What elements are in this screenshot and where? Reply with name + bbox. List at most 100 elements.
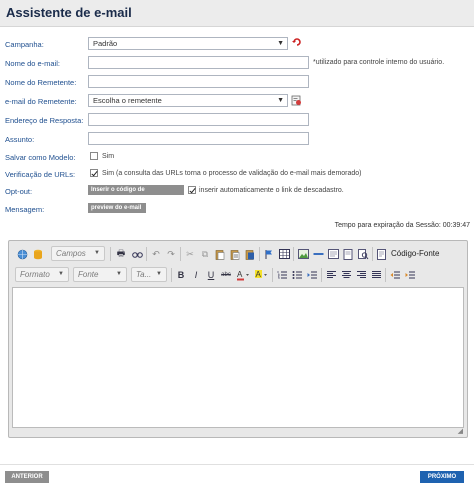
fonte-dropdown[interactable]: Fonte ▼ — [73, 267, 127, 282]
toolbar-divider — [146, 247, 147, 261]
svg-text:A: A — [237, 270, 243, 279]
sender-book-icon[interactable] — [291, 95, 302, 106]
endereco-resposta-input[interactable] — [88, 113, 309, 126]
image-icon[interactable] — [296, 247, 310, 261]
toolbar-divider — [110, 247, 111, 261]
tamanho-dropdown[interactable]: Ta... ▼ — [131, 267, 167, 282]
salvar-modelo-label: Salvar como Modelo: — [5, 153, 76, 162]
nome-email-note: *utilizado para controle interno do usuá… — [313, 59, 445, 66]
globe-icon[interactable] — [15, 247, 29, 261]
chevron-down-icon: ▼ — [94, 250, 100, 256]
insert-unsubscribe-button[interactable]: Inserir o código de descadastro — [88, 185, 184, 203]
mensagem-label: Mensagem: — [5, 205, 45, 214]
salvar-modelo-checkbox[interactable] — [90, 152, 98, 160]
chevron-down-icon: ▼ — [156, 271, 162, 277]
align-justify-icon[interactable] — [369, 268, 383, 282]
footer-divider — [0, 464, 474, 465]
paste-word-icon[interactable] — [243, 247, 257, 261]
verificacao-urls-label: Verificação de URLs: — [5, 170, 76, 179]
email-remetente-label: e-mail do Remetente: — [5, 97, 77, 106]
source-code-button[interactable]: Código-Fonte — [391, 246, 439, 261]
highlight-color-icon[interactable]: A — [253, 268, 269, 282]
bullet-list-icon[interactable] — [290, 268, 304, 282]
strikethrough-icon[interactable]: abc — [219, 268, 233, 282]
chevron-down-icon: ▼ — [116, 271, 122, 277]
toolbar-divider — [372, 247, 373, 261]
rich-text-editor: Campos ▼ 🖶 ↶ ↷ ✂ ⧉ Código-Fonte Formato … — [8, 240, 468, 438]
optout-option: inserir automaticamente o link de descad… — [199, 187, 344, 194]
preview-email-button[interactable]: preview do e-mail — [88, 203, 146, 213]
chevron-down-icon: ▼ — [277, 40, 284, 47]
toolbar-divider — [171, 268, 172, 282]
chevron-down-icon: ▼ — [277, 97, 284, 104]
text-color-icon[interactable]: A — [235, 268, 251, 282]
formato-dropdown[interactable]: Formato ▼ — [15, 267, 69, 282]
database-icon[interactable] — [31, 247, 45, 261]
next-button[interactable]: PRÓXIMO — [420, 471, 464, 483]
email-remetente-select[interactable]: Escolha o remetente ▼ — [88, 94, 288, 107]
bold-icon[interactable]: B — [174, 268, 188, 282]
nome-remetente-input[interactable] — [88, 75, 309, 88]
campanha-value: Padrão — [93, 39, 118, 48]
assunto-label: Assunto: — [5, 135, 35, 144]
formato-label: Formato — [20, 270, 50, 279]
toolbar-divider — [272, 268, 273, 282]
find-replace-icon[interactable] — [130, 247, 144, 261]
page-break-icon[interactable] — [341, 247, 355, 261]
email-remetente-value: Escolha o remetente — [93, 96, 162, 105]
copy-icon[interactable]: ⧉ — [198, 247, 212, 261]
indent-icon[interactable] — [305, 268, 319, 282]
optout-checkbox[interactable] — [188, 186, 196, 194]
redo-icon[interactable]: ↷ — [164, 247, 178, 261]
previous-button[interactable]: ANTERIOR — [5, 471, 49, 483]
assunto-input[interactable] — [88, 132, 309, 145]
verificacao-urls-option: Sim (a consulta das URLs torna o process… — [102, 170, 362, 177]
undo-icon[interactable]: ↶ — [149, 247, 163, 261]
anchor-flag-icon[interactable] — [262, 247, 276, 261]
print-icon[interactable]: 🖶 — [114, 247, 128, 261]
campos-dropdown[interactable]: Campos ▼ — [51, 246, 105, 261]
tamanho-label: Ta... — [136, 270, 152, 279]
align-center-icon[interactable] — [339, 268, 353, 282]
preview-icon[interactable] — [356, 247, 370, 261]
nome-email-input[interactable] — [88, 56, 309, 69]
endereco-resposta-label: Endereço de Resposta: — [5, 116, 84, 125]
page-title: Assistente de e-mail — [6, 5, 132, 20]
campanha-select[interactable]: Padrão ▼ — [88, 37, 288, 50]
paste-text-icon[interactable] — [228, 247, 242, 261]
horizontal-line-icon[interactable] — [311, 247, 325, 261]
salvar-modelo-option: Sim — [102, 153, 115, 160]
editor-content-area[interactable] — [12, 287, 464, 428]
underline-icon[interactable]: U — [204, 268, 218, 282]
chevron-down-icon: ▼ — [58, 271, 64, 277]
nome-remetente-label: Nome do Remetente: — [5, 78, 77, 87]
special-char-icon[interactable] — [326, 247, 340, 261]
verificacao-urls-checkbox[interactable] — [90, 169, 98, 177]
toolbar-divider — [385, 268, 386, 282]
toolbar-divider — [259, 247, 260, 261]
source-code-icon[interactable] — [375, 247, 389, 261]
refresh-icon[interactable] — [292, 37, 302, 47]
align-right-icon[interactable] — [354, 268, 368, 282]
cut-icon[interactable]: ✂ — [183, 247, 197, 261]
numbered-list-icon[interactable] — [275, 268, 289, 282]
increase-indent-icon[interactable] — [403, 268, 417, 282]
align-left-icon[interactable] — [324, 268, 338, 282]
page-header: Assistente de e-mail — [0, 0, 474, 27]
toolbar-divider — [180, 247, 181, 261]
italic-icon[interactable]: I — [189, 268, 203, 282]
editor-toolbar-row-1: Campos ▼ 🖶 ↶ ↷ ✂ ⧉ Código-Fonte — [11, 245, 467, 263]
decrease-indent-icon[interactable] — [388, 268, 402, 282]
toolbar-divider — [293, 247, 294, 261]
resize-handle-icon[interactable]: ◢ — [458, 427, 463, 435]
paste-icon[interactable] — [213, 247, 227, 261]
fonte-label: Fonte — [78, 270, 99, 279]
optout-label: Opt-out: — [5, 187, 33, 196]
svg-text:A: A — [256, 270, 262, 279]
nome-email-label: Nome do e-mail: — [5, 59, 61, 68]
table-icon[interactable] — [277, 247, 291, 261]
campos-label: Campos — [56, 249, 86, 258]
editor-toolbar-row-2: Formato ▼ Fonte ▼ Ta... ▼ B I U abc A A — [11, 266, 467, 284]
campanha-label: Campanha: — [5, 40, 44, 49]
session-timer: Tempo para expiração da Sessão: 00:39:47 — [334, 222, 470, 229]
